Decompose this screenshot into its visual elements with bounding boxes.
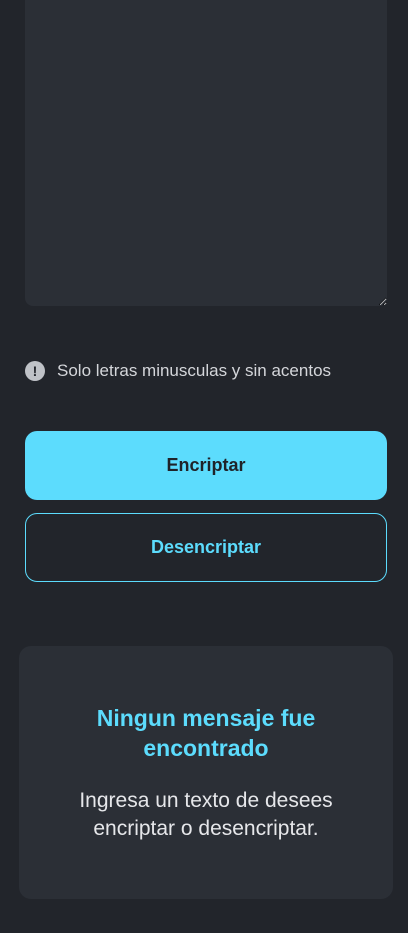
input-hint: ! Solo letras minusculas y sin acentos [25, 360, 331, 382]
exclamation-circle-icon: ! [25, 361, 45, 381]
result-title: Ningun mensaje fue encontrado [96, 704, 316, 761]
message-input[interactable] [25, 0, 387, 306]
decrypt-button[interactable]: Desencriptar [25, 513, 387, 582]
hint-text: Solo letras minusculas y sin acentos [57, 361, 332, 380]
result-panel: Ningun mensaje fue encontrado Ingresa un… [19, 646, 393, 899]
result-message: Ingresa un texto de desees encriptar o d… [79, 788, 333, 840]
encrypt-button[interactable]: Encriptar [25, 431, 387, 500]
